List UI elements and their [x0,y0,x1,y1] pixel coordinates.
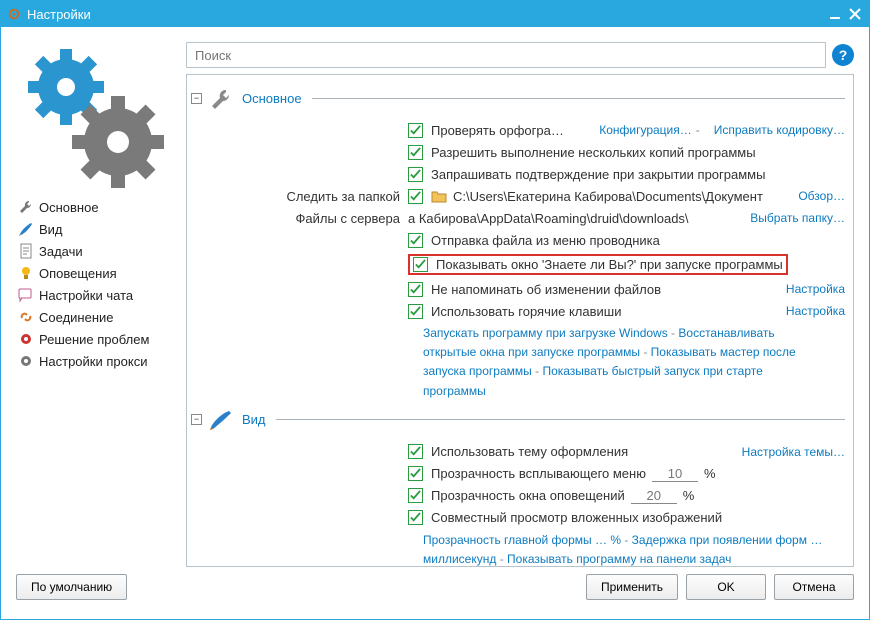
search-input[interactable] [186,42,826,68]
sidebar-item-view[interactable]: Вид [16,218,176,240]
section-header-view: − Вид [187,409,845,431]
bottom-bar: По умолчанию Применить OK Отмена [1,567,869,619]
link-theme-setting[interactable]: Настройка темы… [742,445,845,459]
bulb-icon [18,265,34,281]
chat-icon [18,287,34,303]
link-config[interactable]: Конфигурация… [599,123,692,137]
sidebar-item-problems[interactable]: Решение проблем [16,328,176,350]
checkbox-dyk[interactable] [413,257,428,272]
main-sublinks: Запускать программу при загрузке Windows… [223,322,845,407]
link-browse[interactable]: Обзор… [798,189,845,203]
link-setting2[interactable]: Настройка [786,304,845,318]
sidebar-item-main[interactable]: Основное [16,196,176,218]
link-select-folder[interactable]: Выбрать папку… [750,211,845,225]
close-button[interactable] [847,6,863,22]
settings-window: Настройки [0,0,870,620]
sidebar-item-chat[interactable]: Настройки чата [16,284,176,306]
sidebar-item-notify[interactable]: Оповещения [16,262,176,284]
popup-opacity-field[interactable]: 10 [652,466,698,482]
gear-gray-icon [18,353,34,369]
server-files-label: Файлы с сервера [223,211,408,226]
wrench-icon [18,199,34,215]
checkbox-notify-opacity[interactable] [408,488,423,503]
checkbox-watch-folder[interactable] [408,189,423,204]
checkbox-hotkeys[interactable] [408,304,423,319]
link-fix-encoding[interactable]: Исправить кодировку… [714,123,845,137]
section-title-main: Основное [242,91,302,106]
watch-folder-label: Следить за папкой [223,189,408,204]
document-icon [18,243,34,259]
brush-icon [18,221,34,237]
default-button[interactable]: По умолчанию [16,574,127,600]
gears-illustration [16,42,176,192]
checkbox-sendfile[interactable] [408,233,423,248]
gear-red-icon [18,331,34,347]
notify-opacity-field[interactable]: 20 [631,488,677,504]
section-title-view: Вид [242,412,266,427]
link-icon [18,309,34,325]
sidebar-item-conn[interactable]: Соединение [16,306,176,328]
collapse-main[interactable]: − [191,93,202,104]
apply-button[interactable]: Применить [586,574,678,600]
checkbox-popup-opacity[interactable] [408,466,423,481]
help-button[interactable]: ? [832,44,854,66]
window-title: Настройки [27,7,91,22]
cancel-button[interactable]: Отмена [774,574,854,600]
checkbox-theme[interactable] [408,444,423,459]
wrench-section-icon [208,87,236,109]
sidebar-item-tasks[interactable]: Задачи [16,240,176,262]
titlebar: Настройки [1,1,869,27]
checkbox-confirm-close[interactable] [408,167,423,182]
app-icon [7,7,21,21]
checkbox-shared-view[interactable] [408,510,423,525]
checkbox-multi[interactable] [408,145,423,160]
minimize-button[interactable] [827,6,843,22]
checkbox-spell[interactable] [408,123,423,138]
section-header-main: − Основное [187,87,845,109]
view-sublinks: Прозрачность главной формы … % - Задержк… [223,529,845,567]
checkbox-noremind[interactable] [408,282,423,297]
settings-content: − Основное Проверять орфогра… Конфигурац… [186,74,854,567]
brush-section-icon [208,409,236,431]
sidebar-item-proxy[interactable]: Настройки прокси [16,350,176,372]
collapse-view[interactable]: − [191,414,202,425]
folder-icon [431,189,447,203]
sidebar-nav: Основное Вид Задачи Оповещения Настройки… [16,196,176,372]
ok-button[interactable]: OK [686,574,766,600]
left-column: Основное Вид Задачи Оповещения Настройки… [16,42,176,567]
link-setting1[interactable]: Настройка [786,282,845,296]
